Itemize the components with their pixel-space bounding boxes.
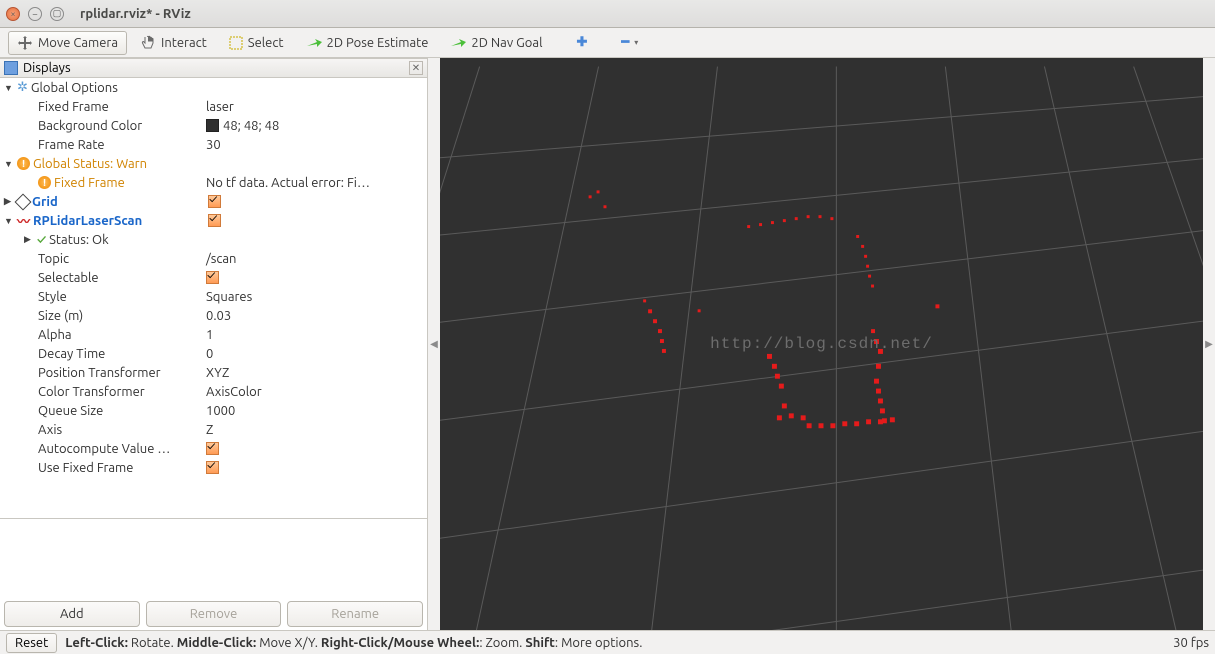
interact-label: Interact [161,36,207,50]
scroll-right-icon[interactable]: ▶ [1203,338,1215,350]
displays-title: Displays [23,61,71,75]
hand-icon [140,35,156,51]
tree-item-value: No tf data. Actual error: Fi… [200,176,427,190]
nav-goal-label: 2D Nav Goal [471,36,542,50]
plus-icon: ✚ [576,35,587,50]
tree-item-label[interactable]: Global Options [31,81,118,95]
remove-tool-button[interactable]: ━ ▾ [612,31,647,55]
tree-item-label[interactable]: Use Fixed Frame [38,461,133,475]
reset-button[interactable]: Reset [6,633,57,653]
checkbox[interactable] [208,214,221,227]
tree-item-label[interactable]: Fixed Frame [38,100,109,114]
tree-item-value[interactable]: 30 [200,138,427,152]
gear-icon: ✲ [17,80,28,95]
minus-icon: ━ [621,35,629,50]
tree-item-value[interactable]: XYZ [200,366,427,380]
close-icon[interactable]: ✕ [409,61,423,75]
watermark-text: http://blog.csdn.net/ [710,335,933,353]
tree-item-value[interactable]: /scan [200,252,427,266]
displays-icon [4,61,18,75]
add-button[interactable]: Add [4,601,140,627]
tree-item-label[interactable]: Background Color [38,119,142,133]
laserscan-icon: 〰 [17,211,30,230]
tree-item-value[interactable]: 0 [200,347,427,361]
tree-item-value[interactable]: AxisColor [200,385,427,399]
move-camera-icon [17,35,33,51]
chevron-down-icon: ▾ [634,38,638,47]
tree-item-label[interactable]: Axis [38,423,62,437]
tree-item-label[interactable]: Queue Size [38,404,103,418]
color-swatch[interactable] [206,119,219,132]
tree-item-label[interactable]: Fixed Frame [54,176,125,190]
arrow-green-icon [306,38,322,48]
window-maximize-button[interactable]: ▢ [50,7,64,21]
move-camera-label: Move Camera [38,36,118,50]
tree-item-label[interactable]: Autocompute Value … [38,442,170,456]
displays-panel: Displays ✕ ▼✲Global Options Fixed Frame … [0,58,428,630]
pose-estimate-button[interactable]: 2D Pose Estimate [297,31,438,55]
status-help: Left-Click: Rotate. Middle-Click: Move X… [65,636,642,650]
tree-item-label[interactable]: Decay Time [38,347,105,361]
tree-item-label[interactable]: Size (m) [38,309,83,323]
checkbox[interactable] [206,461,219,474]
tree-item-label[interactable]: Color Transformer [38,385,145,399]
tree-item-value[interactable]: 1 [200,328,427,342]
tree-item-label[interactable]: Selectable [38,271,99,285]
select-label: Select [248,36,284,50]
tree-item-label[interactable]: Alpha [38,328,72,342]
displays-tree[interactable]: ▼✲Global Options Fixed Frame laser Backg… [0,78,427,518]
toolbar: Move Camera Interact Select 2D Pose Esti… [0,28,1215,58]
nav-goal-button[interactable]: 2D Nav Goal [441,31,551,55]
window-minimize-button[interactable]: – [28,7,42,21]
move-camera-button[interactable]: Move Camera [8,31,127,55]
expander-icon[interactable]: ▼ [4,216,14,226]
window-title: rplidar.rviz* - RViz [80,7,191,21]
tree-item-label[interactable]: Style [38,290,67,304]
scroll-left-icon[interactable]: ◀ [428,338,440,350]
tree-item-label[interactable]: Global Status: Warn [33,157,147,171]
window-close-button[interactable]: × [6,7,20,21]
tree-item-label[interactable]: Frame Rate [38,138,105,152]
checkbox[interactable] [206,271,219,284]
tree-item-value[interactable]: laser [200,100,427,114]
tree-item-value[interactable]: 1000 [200,404,427,418]
rename-button[interactable]: Rename [287,601,423,627]
interact-button[interactable]: Interact [131,31,216,55]
grid-icon [15,193,32,210]
titlebar: × – ▢ rplidar.rviz* - RViz [0,0,1215,28]
statusbar: Reset Left-Click: Rotate. Middle-Click: … [0,630,1215,654]
select-icon [229,36,243,50]
tree-item-value[interactable]: Z [200,423,427,437]
arrow-green-icon [450,38,466,48]
tree-item-value: 48; 48; 48 [223,119,279,133]
remove-button[interactable]: Remove [146,601,282,627]
tree-item-label[interactable]: RPLidarLaserScan [33,214,142,228]
pose-estimate-label: 2D Pose Estimate [327,36,429,50]
tree-item-label[interactable]: Topic [38,252,69,266]
expander-icon[interactable]: ▼ [4,159,14,169]
check-icon: ✓ [37,233,46,247]
warn-icon: ! [17,157,30,170]
description-pane [0,518,427,598]
fps-counter: 30 fps [1173,636,1209,650]
tree-item-value[interactable]: 0.03 [200,309,427,323]
3d-viewport[interactable]: http://blog.csdn.net/ [440,58,1203,630]
warn-icon: ! [38,176,51,189]
tree-item-label[interactable]: Status: Ok [49,233,109,247]
expander-icon[interactable]: ▼ [4,83,14,93]
tree-item-label[interactable]: Grid [32,195,58,209]
expander-icon[interactable]: ▶ [24,234,34,245]
checkbox[interactable] [206,442,219,455]
add-tool-button[interactable]: ✚ [567,31,596,55]
checkbox[interactable] [208,195,221,208]
expander-icon[interactable]: ▶ [4,196,14,207]
tree-item-label[interactable]: Position Transformer [38,366,161,380]
select-button[interactable]: Select [220,31,293,55]
tree-item-value[interactable]: Squares [200,290,427,304]
